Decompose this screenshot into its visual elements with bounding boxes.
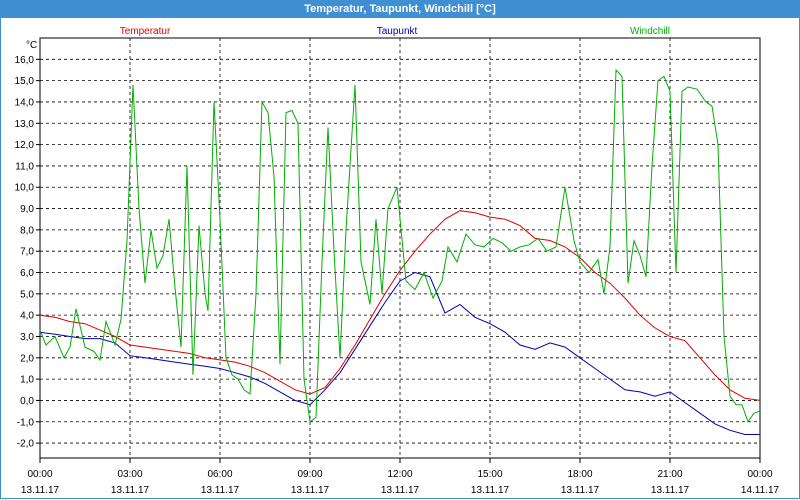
y-tick-label: 2,0 (20, 353, 34, 364)
x-tick-time-label: 15:00 (477, 469, 502, 480)
x-axis-ticks: 00:00 13.11.17 03:00 13.11.17 06:00 13.11.17 0… (21, 458, 780, 496)
x-tick-time-label: 03:00 (117, 469, 142, 480)
y-tick-label: 11,0 (15, 161, 34, 172)
y-tick-label: 10,0 (15, 183, 35, 194)
x-tick-time-label: 00:00 (747, 469, 772, 480)
y-tick-label: 9,0 (20, 204, 34, 215)
y-tick-label: 5,0 (20, 289, 34, 300)
x-tick-date-label: 14.11.17 (741, 485, 780, 496)
y-tick-label: 1,0 (20, 375, 34, 386)
y-tick-label: 13,0 (15, 119, 35, 130)
legend-item-windchill: Windchill (630, 26, 670, 37)
x-tick-date-label: 13.11.17 (111, 485, 150, 496)
y-tick-label: 0,0 (20, 396, 34, 407)
y-axis-unit-label: °C (26, 40, 37, 51)
y-tick-label: 8,0 (20, 225, 34, 236)
x-tick-time-label: 12:00 (387, 469, 412, 480)
y-tick-label: 14,0 (15, 97, 35, 108)
x-tick-date-label: 13.11.17 (381, 485, 420, 496)
x-tick-time-label: 21:00 (657, 469, 682, 480)
legend-item-taupunkt: Taupunkt (377, 26, 418, 37)
x-tick-time-label: 18:00 (567, 469, 592, 480)
y-tick-label: 6,0 (20, 268, 34, 279)
x-tick-time-label: 06:00 (207, 469, 232, 480)
series-line-temperatur (39, 210, 761, 401)
y-tick-label: -2,0 (17, 439, 35, 450)
x-tick-date-label: 13.11.17 (291, 485, 330, 496)
x-tick-date-label: 13.11.17 (21, 485, 60, 496)
x-tick-time-label: 00:00 (27, 469, 52, 480)
y-tick-label: 12,0 (15, 140, 35, 151)
line-chart: -2,0 -1,0 0,0 1,0 2,0 3,0 4,0 5,0 6,0 7,0 8,0 9,0 10… (15, 26, 780, 496)
legend-item-temperatur: Temperatur (120, 26, 171, 37)
y-tick-label: 3,0 (20, 332, 34, 343)
x-tick-time-label: 09:00 (297, 469, 322, 480)
x-tick-date-label: 13.11.17 (471, 485, 510, 496)
x-tick-date-label: 13.11.17 (561, 485, 600, 496)
y-tick-label: -1,0 (17, 417, 35, 428)
y-tick-label: 16,0 (15, 55, 35, 66)
x-tick-date-label: 13.11.17 (651, 485, 690, 496)
y-axis-ticks: -2,0 -1,0 0,0 1,0 2,0 3,0 4,0 5,0 6,0 7,0 8,0 9,0 10… (15, 55, 40, 450)
legend: Temperatur Taupunkt Windchill (120, 26, 670, 37)
y-tick-label: 4,0 (20, 311, 34, 322)
x-tick-date-label: 13.11.17 (201, 485, 240, 496)
y-tick-label: 7,0 (20, 247, 34, 258)
y-tick-label: 15,0 (15, 76, 35, 87)
